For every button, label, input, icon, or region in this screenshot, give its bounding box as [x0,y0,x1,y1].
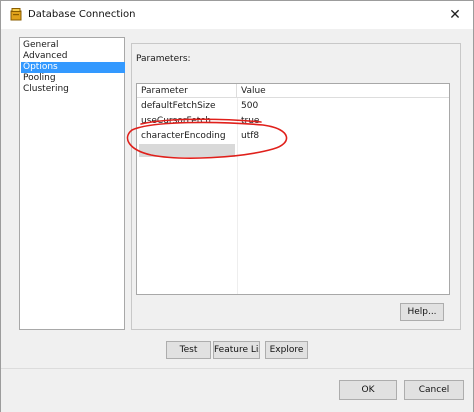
table-cell-parameter[interactable]: useCursorFetch [137,115,237,128]
database-connection-dialog: Database Connection ✕ General Advanced O… [0,0,474,412]
parameters-table: Parameter Value defaultFetchSize 500 use… [136,83,450,295]
cancel-button[interactable]: Cancel [404,380,464,400]
test-button[interactable]: Test [166,341,211,359]
dialog-footer [1,368,473,412]
sidebar-item-advanced[interactable]: Advanced [21,51,125,62]
feature-list-button[interactable]: Feature List [213,341,260,359]
help-button[interactable]: Help... [400,303,444,321]
ok-button[interactable]: OK [339,380,397,400]
parameters-label: Parameters: [136,54,191,64]
sidebar-item-pooling[interactable]: Pooling [21,73,125,84]
column-header-parameter[interactable]: Parameter [137,84,237,98]
window-title: Database Connection [28,9,136,20]
explore-button[interactable]: Explore [265,341,308,359]
table-cell-value[interactable]: 500 [237,100,437,113]
sidebar-item-general[interactable]: General [21,40,125,51]
new-parameter-row[interactable] [139,144,235,157]
database-connection-icon [10,8,22,21]
title-bar: Database Connection ✕ [1,1,473,29]
category-list: General Advanced Options Pooling Cluster… [19,37,125,330]
table-cell-parameter[interactable]: defaultFetchSize [137,100,237,113]
sidebar-item-options[interactable]: Options [21,62,125,73]
close-icon[interactable]: ✕ [445,5,465,25]
table-cell-value[interactable]: utf8 [237,130,437,143]
sidebar-item-clustering[interactable]: Clustering [21,84,125,95]
column-header-value[interactable]: Value [237,84,449,98]
table-cell-parameter[interactable]: characterEncoding [137,130,237,143]
table-cell-value[interactable]: true [237,115,437,128]
